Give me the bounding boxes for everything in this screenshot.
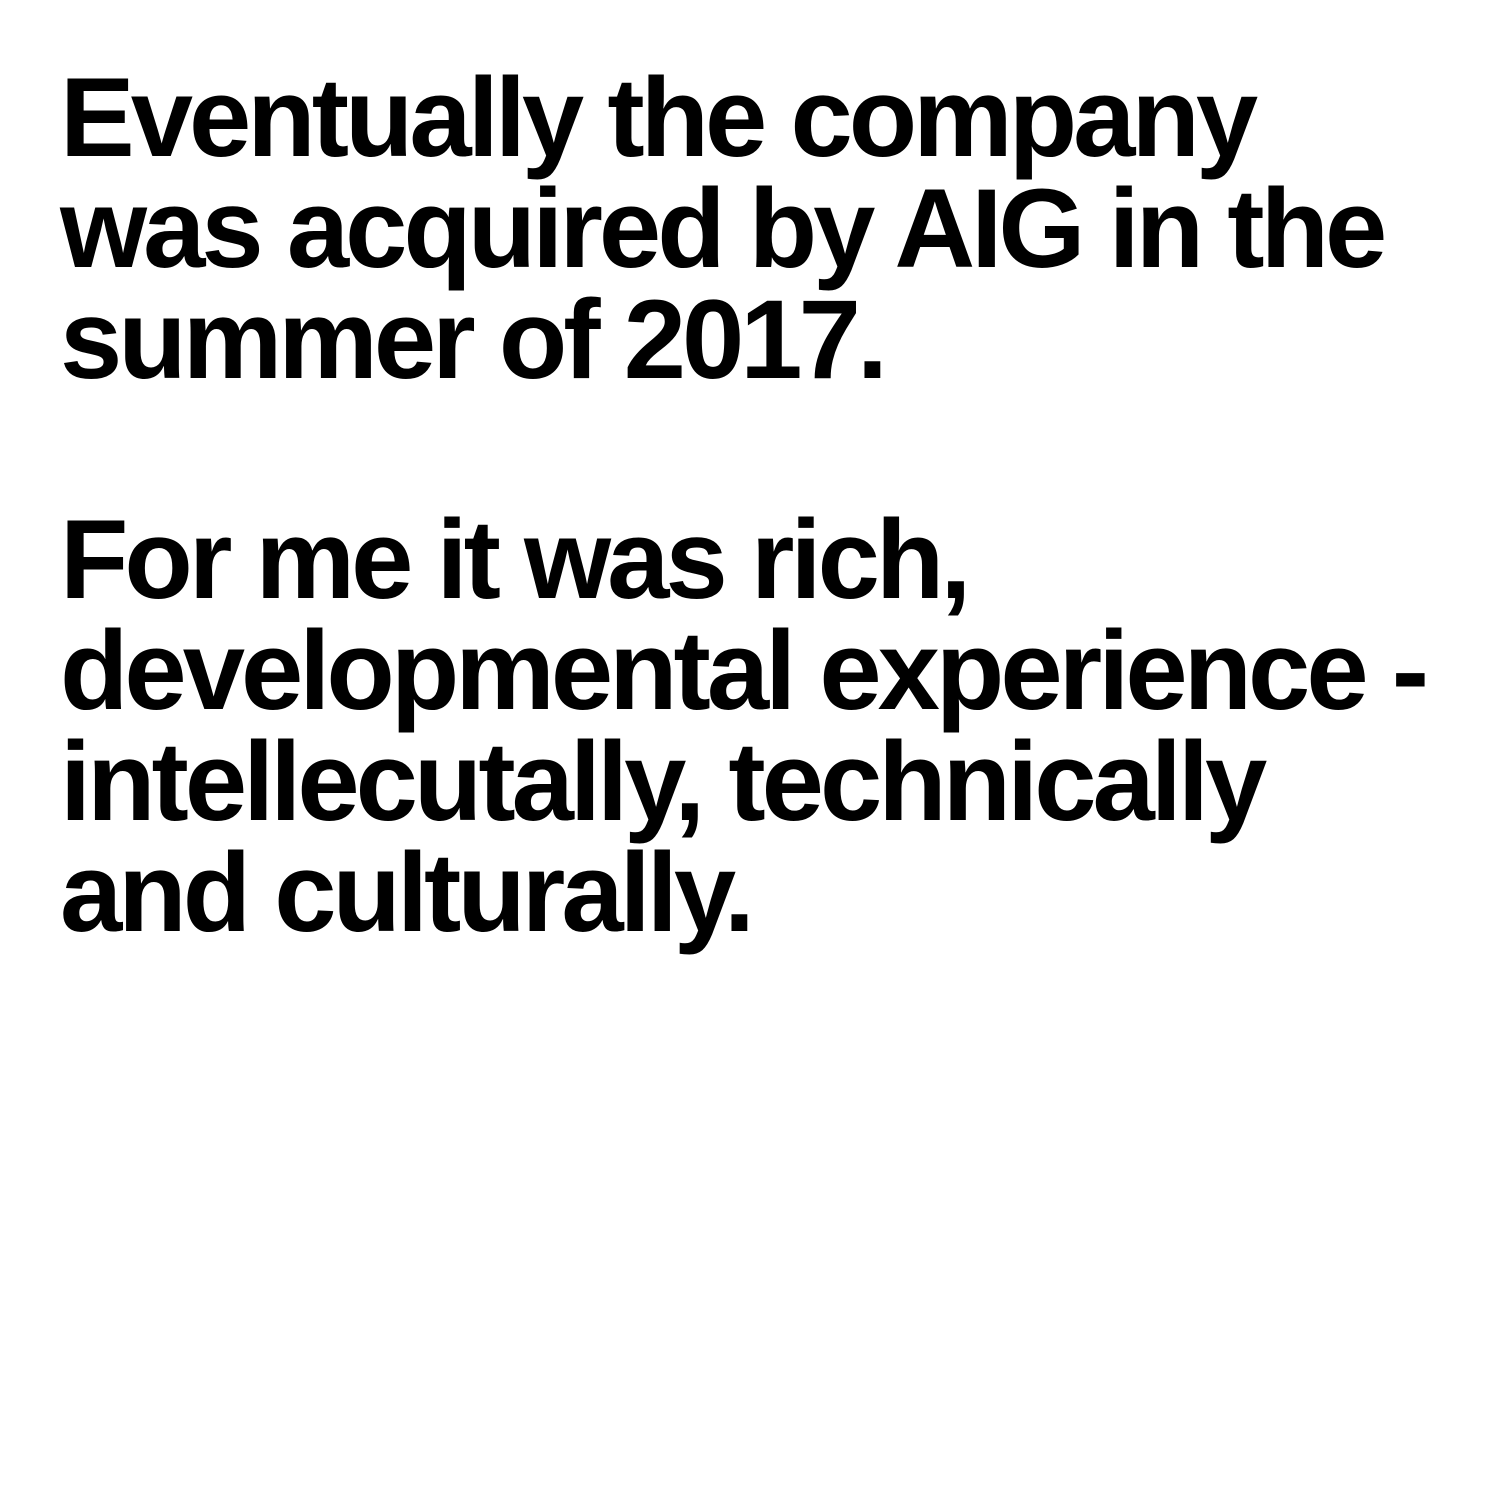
- text-line: was acquired by AIG in the: [60, 166, 1387, 291]
- text-line: developmental experience -: [60, 608, 1429, 733]
- text-line: Eventually the company: [60, 55, 1258, 180]
- text-line: For me it was rich,: [60, 497, 971, 622]
- text-line: intellecutally, technically: [60, 719, 1267, 844]
- text-line: and culturally.: [60, 830, 755, 955]
- paragraph-experience: For me it was rich, developmental experi…: [60, 497, 1429, 955]
- paragraph-acquisition: Eventually the company was acquired by A…: [60, 55, 1387, 402]
- text-line: summer of 2017.: [60, 277, 888, 402]
- text-slide: Eventually the company was acquired by A…: [0, 0, 1500, 1500]
